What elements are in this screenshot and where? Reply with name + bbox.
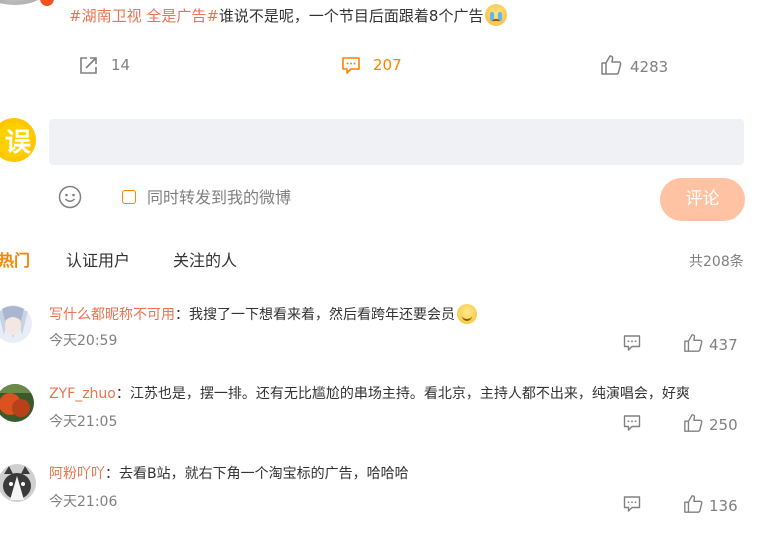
comment-separator: ： xyxy=(105,466,119,482)
share-icon[interactable] xyxy=(78,54,100,76)
comment-input[interactable] xyxy=(49,119,744,165)
comment-body: ZYF_zhuo：江苏也是，摆一排。还有无比尴尬的串场主持。看北京，主持人都不出… xyxy=(49,384,690,404)
topic-link[interactable]: #湖南卫视 全是广告# xyxy=(69,7,219,25)
comment-like-count[interactable]: 437 xyxy=(709,335,738,355)
reply-icon[interactable] xyxy=(623,495,641,513)
post-text: #湖南卫视 全是广告#谁说不是呢，一个节目后面跟着8个广告 xyxy=(69,4,508,27)
post-body: 谁说不是呢，一个节目后面跟着8个广告 xyxy=(218,7,484,25)
comment-username[interactable]: 阿粉吖吖 xyxy=(49,466,105,482)
total-comment-count: 共208条 xyxy=(689,254,744,270)
comment-separator: ： xyxy=(175,307,189,323)
comment-time: 今天21:06 xyxy=(49,494,118,510)
comment-text: 我搜了一下想看来着，然后看跨年还要会员 xyxy=(189,307,455,323)
thumbs-up-icon[interactable] xyxy=(600,54,622,76)
current-user-avatar[interactable]: 误 xyxy=(0,118,36,162)
photo-avatar-image xyxy=(0,384,34,422)
crying-face-emoji-icon xyxy=(485,4,508,26)
comment-count[interactable]: 207 xyxy=(373,55,402,75)
comment-icon[interactable] xyxy=(340,54,362,76)
comment-separator: ： xyxy=(115,386,130,402)
comment-like-count[interactable]: 136 xyxy=(709,496,738,516)
avatar[interactable] xyxy=(0,305,32,343)
submit-comment-button[interactable]: 评论 xyxy=(660,178,745,221)
avatar[interactable] xyxy=(0,384,34,422)
thumbs-up-icon[interactable] xyxy=(683,494,703,514)
comment-time: 今天20:59 xyxy=(49,333,118,349)
comment-body: 写什么都昵称不可用：我搜了一下想看来着，然后看跨年还要会员 xyxy=(49,304,477,325)
comment-text: 江苏也是，摆一排。还有无比尴尬的串场主持。看北京，主持人都不出来，纯演唱会，好爽 xyxy=(129,386,690,402)
comment-body: 阿粉吖吖：去看B站，就右下角一个淘宝标的广告，哈哈哈 xyxy=(49,464,409,484)
comment-username[interactable]: ZYF_zhuo xyxy=(49,386,116,402)
comment-username[interactable]: 写什么都昵称不可用 xyxy=(49,307,175,323)
repost-checkbox[interactable] xyxy=(122,190,136,204)
avatar-glyph: 误 xyxy=(4,126,31,157)
comment-time: 今天21:05 xyxy=(49,414,118,430)
verified-badge-icon xyxy=(40,0,54,6)
thumbs-up-icon[interactable] xyxy=(683,413,703,433)
like-count[interactable]: 4283 xyxy=(630,57,668,77)
comment-like-count[interactable]: 250 xyxy=(709,415,738,435)
comment-text: 去看B站，就右下角一个淘宝标的广告，哈哈哈 xyxy=(119,466,409,482)
tab-hot[interactable]: 热门 xyxy=(0,250,30,272)
share-count[interactable]: 14 xyxy=(111,55,130,75)
tab-verified-users[interactable]: 认证用户 xyxy=(66,250,130,272)
anime-avatar-image xyxy=(0,305,32,343)
tab-following[interactable]: 关注的人 xyxy=(173,250,237,272)
reply-icon[interactable] xyxy=(623,414,641,432)
emoji-picker-icon[interactable] xyxy=(58,185,82,209)
avatar[interactable] xyxy=(0,464,36,502)
smiling-face-emoji-icon xyxy=(457,304,477,324)
repost-label[interactable]: 同时转发到我的微博 xyxy=(147,187,291,209)
reply-icon[interactable] xyxy=(623,334,641,352)
cat-avatar-image xyxy=(0,464,36,502)
thumbs-up-icon[interactable] xyxy=(683,333,703,353)
